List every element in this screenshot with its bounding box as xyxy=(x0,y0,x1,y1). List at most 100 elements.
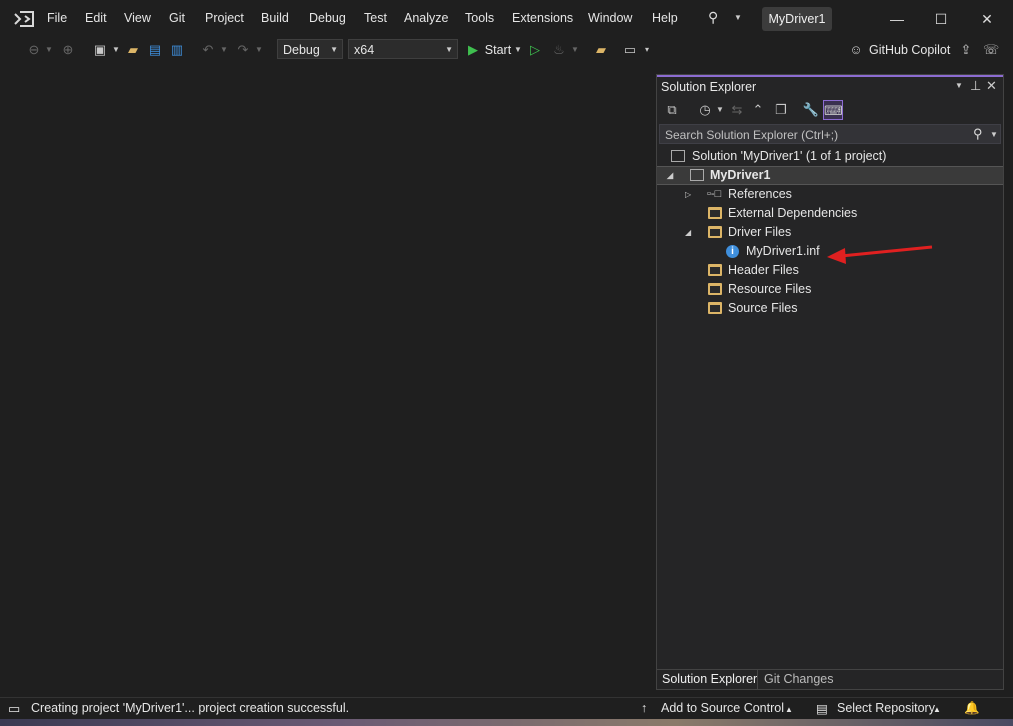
new-project-dropdown-icon[interactable]: ▼ xyxy=(111,40,121,60)
switch-views-icon[interactable]: ⧉ xyxy=(662,100,682,120)
tree-item-label: Source Files xyxy=(728,301,798,315)
menu-build[interactable]: Build xyxy=(261,11,289,25)
browse-folder-icon[interactable]: ▰ xyxy=(593,40,609,60)
start-button[interactable]: Start xyxy=(484,40,512,60)
minimize-icon[interactable]: — xyxy=(887,9,907,29)
tree-item-project[interactable]: ◢ MyDriver1 xyxy=(657,166,1003,185)
open-folder-icon[interactable]: ▰ xyxy=(125,40,141,60)
undo-icon[interactable]: ↶ xyxy=(200,40,216,60)
menu-view[interactable]: View xyxy=(124,11,151,25)
menu-file[interactable]: File xyxy=(47,11,67,25)
back-dropdown-icon[interactable]: ▼ xyxy=(44,40,54,60)
status-message: Creating project 'MyDriver1'... project … xyxy=(31,701,350,715)
hot-reload-dropdown-icon[interactable]: ▼ xyxy=(570,40,580,60)
forward-icon[interactable]: ⊕ xyxy=(60,40,76,60)
panel-menu-icon[interactable]: ▼ xyxy=(955,81,963,90)
add-to-source-control-button[interactable]: Add to Source Control xyxy=(661,701,784,715)
solution-explorer-header: Solution Explorer ▼ ⊥ ✕ xyxy=(657,75,1003,97)
tree-item-label: References xyxy=(728,187,792,201)
sync-active-document-icon[interactable]: ⇆ xyxy=(727,100,747,120)
tree-item-label: Header Files xyxy=(728,263,799,277)
copilot-button[interactable]: GitHub Copilot xyxy=(869,40,953,60)
status-bar: ▭ Creating project 'MyDriver1'... projec… xyxy=(0,697,1013,720)
search-dropdown-icon[interactable]: ▼ xyxy=(734,13,742,22)
search-options-icon[interactable]: ▼ xyxy=(990,130,998,139)
notification-bubble-icon[interactable]: ▭ xyxy=(8,701,20,717)
filter-folder-icon xyxy=(708,302,722,314)
tree-item-label: External Dependencies xyxy=(728,206,858,220)
filter-folder-icon xyxy=(708,283,722,295)
close-panel-icon[interactable]: ✕ xyxy=(986,78,997,94)
redo-dropdown-icon[interactable]: ▼ xyxy=(254,40,264,60)
filter-folder-icon xyxy=(708,264,722,276)
references-icon: ▫‑□ xyxy=(707,188,722,200)
menu-tools[interactable]: Tools xyxy=(465,11,494,25)
menu-test[interactable]: Test xyxy=(364,11,387,25)
preview-selected-icon[interactable]: ⌨ xyxy=(823,100,843,120)
tree-item-label: MyDriver1 xyxy=(710,168,771,182)
toolbar-overflow-icon[interactable]: ▾ xyxy=(642,40,652,60)
pin-icon[interactable]: ⊥ xyxy=(970,78,981,94)
redo-icon[interactable]: ↷ xyxy=(235,40,251,60)
close-icon[interactable]: ✕ xyxy=(977,9,997,29)
undo-dropdown-icon[interactable]: ▼ xyxy=(219,40,229,60)
tree-item-references[interactable]: ▷ ▫‑□ References xyxy=(657,185,1003,204)
expanded-arrow-icon[interactable]: ◢ xyxy=(685,223,691,242)
tree-item-label: Solution 'MyDriver1' (1 of 1 project) xyxy=(692,149,887,163)
platform-select[interactable]: x64 ▼ xyxy=(348,39,458,59)
menu-project[interactable]: Project xyxy=(205,11,244,25)
save-all-icon[interactable]: ▥ xyxy=(169,40,185,60)
collapsed-arrow-icon[interactable]: ▷ xyxy=(685,185,691,204)
menu-analyze[interactable]: Analyze xyxy=(404,11,448,25)
tree-item-source-files[interactable]: Source Files xyxy=(657,299,1003,318)
search-input[interactable]: Search Solution Explorer (Ctrl+;) xyxy=(665,128,838,142)
properties-wrench-icon[interactable]: 🔧 xyxy=(801,100,821,120)
solution-icon xyxy=(671,150,685,162)
toolbar: ⊖ ▼ ⊕ ▣ ▼ ▰ ▤ ▥ ↶ ▼ ↷ ▼ Debug ▼ x64 ▼ ▶ … xyxy=(0,38,1013,62)
solution-explorer-title: Solution Explorer xyxy=(661,80,757,94)
tree-item-solution[interactable]: Solution 'MyDriver1' (1 of 1 project) xyxy=(657,147,1003,166)
start-dropdown-icon[interactable]: ▼ xyxy=(513,40,523,60)
chevron-down-icon: ▼ xyxy=(445,45,453,54)
menu-help[interactable]: Help xyxy=(652,11,678,25)
back-icon[interactable]: ⊖ xyxy=(26,40,42,60)
chevron-up-icon[interactable]: ▲ xyxy=(785,705,793,714)
notifications-bell-icon[interactable]: 🔔 xyxy=(964,701,980,716)
start-play-icon[interactable]: ▶ xyxy=(466,40,480,60)
menu-window[interactable]: Window xyxy=(588,11,632,25)
start-without-debugging-icon[interactable]: ▷ xyxy=(528,40,542,60)
feedback-icon[interactable]: ☏ xyxy=(983,40,999,60)
solution-explorer-toolbar: ⧉ ◷ ▼ ⇆ ⌃ ❐ 🔧 ⌨ xyxy=(657,97,1003,123)
tree-item-external-dependencies[interactable]: External Dependencies xyxy=(657,204,1003,223)
visual-studio-logo-icon xyxy=(14,11,34,27)
copilot-icon[interactable]: ☺ xyxy=(848,40,864,60)
editor-area[interactable] xyxy=(3,72,653,692)
new-project-icon[interactable]: ▣ xyxy=(92,40,108,60)
save-icon[interactable]: ▤ xyxy=(147,40,163,60)
collapse-all-icon[interactable]: ⌃ xyxy=(748,100,768,120)
desktop-background-strip xyxy=(0,719,1013,726)
tree-item-resource-files[interactable]: Resource Files xyxy=(657,280,1003,299)
repository-icon: ▤ xyxy=(816,702,828,716)
info-icon: i xyxy=(726,245,739,258)
menu-git[interactable]: Git xyxy=(169,11,185,25)
share-icon[interactable]: ⇪ xyxy=(958,40,974,60)
tab-solution-explorer[interactable]: Solution Explorer xyxy=(662,672,757,686)
menu-edit[interactable]: Edit xyxy=(85,11,107,25)
project-icon xyxy=(690,169,704,181)
search-icon[interactable]: ⚲ xyxy=(973,126,983,142)
window-layout-icon[interactable]: ▭ xyxy=(622,40,638,60)
expanded-arrow-icon[interactable]: ◢ xyxy=(667,167,673,184)
hot-reload-icon[interactable]: ♨ xyxy=(551,40,567,60)
chevron-up-icon[interactable]: ▲ xyxy=(933,705,941,714)
show-all-files-icon[interactable]: ❐ xyxy=(771,100,791,120)
search-icon[interactable]: ⚲ xyxy=(708,9,718,26)
menu-debug[interactable]: Debug xyxy=(309,11,346,25)
tree-item-label: MyDriver1.inf xyxy=(746,244,820,258)
select-repository-button[interactable]: Select Repository xyxy=(837,701,935,715)
menu-extensions[interactable]: Extensions xyxy=(512,11,573,25)
tab-git-changes[interactable]: Git Changes xyxy=(764,672,833,686)
solution-explorer-search[interactable]: Search Solution Explorer (Ctrl+;) ⚲ ▼ xyxy=(659,124,1001,144)
maximize-icon[interactable]: ☐ xyxy=(931,9,951,29)
configuration-select[interactable]: Debug ▼ xyxy=(277,39,343,59)
